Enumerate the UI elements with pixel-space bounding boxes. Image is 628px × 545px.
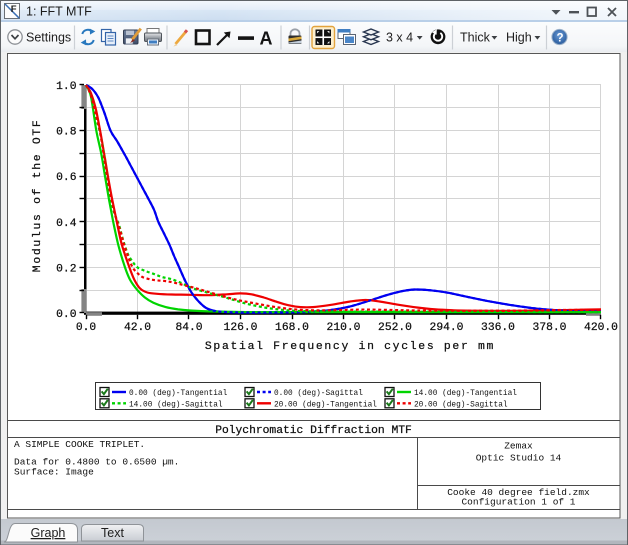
svg-text:0.00 (deg)-Tangential: 0.00 (deg)-Tangential — [129, 390, 228, 398]
svg-text:0.4: 0.4 — [56, 218, 77, 230]
svg-text:294.0: 294.0 — [430, 322, 464, 334]
svg-text:Configuration 1 of 1: Configuration 1 of 1 — [461, 497, 575, 508]
svg-text:1: FFT MTF: 1: FFT MTF — [26, 5, 92, 19]
svg-text:252.0: 252.0 — [378, 322, 412, 334]
svg-text:420.0: 420.0 — [584, 322, 618, 334]
svg-text:Text: Text — [101, 526, 124, 540]
svg-text:0.6: 0.6 — [56, 172, 77, 184]
svg-text:A: A — [260, 29, 273, 49]
svg-text:Optic Studio 14: Optic Studio 14 — [476, 453, 562, 464]
svg-text:20.00 (deg)-Sagittal: 20.00 (deg)-Sagittal — [414, 401, 508, 409]
svg-text:Modulus of the OTF: Modulus of the OTF — [32, 119, 44, 273]
svg-text:Spatial Frequency in cycles pe: Spatial Frequency in cycles per mm — [205, 341, 495, 353]
svg-text:?: ? — [557, 33, 564, 45]
svg-text:Surface: Image: Surface: Image — [14, 467, 94, 478]
svg-text:Graph: Graph — [31, 526, 66, 540]
svg-text:168.0: 168.0 — [275, 322, 309, 334]
svg-text:A SIMPLE COOKE TRIPLET.: A SIMPLE COOKE TRIPLET. — [14, 439, 145, 450]
svg-text:20.00 (deg)-Tangential: 20.00 (deg)-Tangential — [274, 401, 377, 409]
svg-text:3 x 4: 3 x 4 — [386, 31, 413, 45]
svg-text:F: F — [11, 4, 17, 15]
svg-text:42.0: 42.0 — [124, 322, 151, 334]
svg-text:378.0: 378.0 — [533, 322, 567, 334]
svg-text:0.2: 0.2 — [56, 263, 76, 275]
svg-text:Settings: Settings — [26, 31, 71, 45]
svg-text:210.0: 210.0 — [327, 322, 361, 334]
svg-text:0.8: 0.8 — [56, 127, 77, 139]
svg-text:High: High — [506, 31, 532, 45]
svg-text:1.0: 1.0 — [56, 81, 77, 93]
svg-text:0.00 (deg)-Sagittal: 0.00 (deg)-Sagittal — [274, 390, 363, 398]
svg-text:14.00 (deg)-Sagittal: 14.00 (deg)-Sagittal — [129, 401, 223, 409]
svg-text:126.0: 126.0 — [224, 322, 258, 334]
svg-text:Polychromatic Diffraction MTF: Polychromatic Diffraction MTF — [215, 425, 412, 437]
svg-text:14.00 (deg)-Tangential: 14.00 (deg)-Tangential — [414, 390, 517, 398]
svg-text:0.0: 0.0 — [56, 309, 77, 321]
svg-text:Thick: Thick — [460, 31, 491, 45]
svg-text:0.0: 0.0 — [76, 322, 97, 334]
svg-text:336.0: 336.0 — [481, 322, 515, 334]
svg-text:Zemax: Zemax — [504, 441, 533, 452]
svg-text:84.0: 84.0 — [175, 322, 202, 334]
